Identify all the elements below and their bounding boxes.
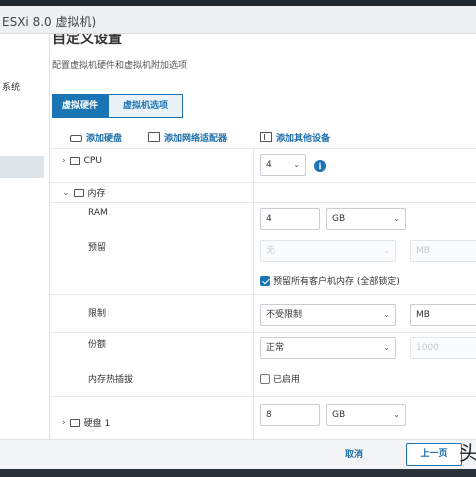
page-subtitle: 配置虚拟机硬件和虚拟机附加选项 xyxy=(52,61,188,71)
page-title: 自定义设置 xyxy=(52,34,122,46)
bottom-edge-strip xyxy=(0,469,476,477)
chevron-down-icon: ⌄ xyxy=(383,343,390,352)
limit-select[interactable]: 不受限制 ⌄ xyxy=(260,304,396,326)
add-disk-label: 添加硬盘 xyxy=(86,133,123,144)
ram-size-input[interactable]: 4 xyxy=(260,208,320,230)
chevron-down-icon: ⌄ xyxy=(393,410,400,419)
memory-icon xyxy=(73,188,84,197)
cpu-row-toggle[interactable]: › CPU xyxy=(62,156,102,166)
chevron-right-icon: › xyxy=(62,156,66,166)
add-other-device-label: 添加其他设备 xyxy=(276,133,331,144)
limit-unit-select[interactable]: MB xyxy=(410,304,476,326)
disk1-size-input[interactable]: 8 xyxy=(260,404,320,426)
info-icon[interactable]: i xyxy=(314,160,326,172)
reserve-all-memory-checkbox[interactable]: 预留所有客户机内存 (全部锁定) xyxy=(260,274,400,287)
add-other-device-button[interactable]: 添加其他设备 xyxy=(260,130,330,144)
disk1-row-toggle[interactable]: › 硬盘 1 xyxy=(62,416,111,430)
checkbox-checked-icon xyxy=(260,275,270,286)
limit-unit-value: MB xyxy=(416,310,430,320)
dialog-title: ESXi 8.0 虚拟机) xyxy=(2,15,97,29)
step-item-active[interactable] xyxy=(0,156,44,178)
partial-text-glyph: 头 xyxy=(459,441,476,465)
main-content: 自定义设置 配置虚拟机硬件和虚拟机附加选项 虚拟硬件 虚拟机选项 添加硬盘 添加… xyxy=(50,34,476,439)
checkbox-unchecked-icon xyxy=(260,373,270,384)
chevron-down-icon: ⌄ xyxy=(293,160,300,169)
chevron-down-icon: ⌄ xyxy=(393,214,400,223)
cpu-count-select[interactable]: 4 ⌄ xyxy=(260,154,306,176)
reservation-unit-value: MB xyxy=(416,246,430,256)
dialog-title-bar: ESXi 8.0 虚拟机) xyxy=(0,6,476,34)
add-disk-button[interactable]: 添加硬盘 xyxy=(70,130,122,144)
limit-label: 限制 xyxy=(88,309,107,319)
reservation-value: 无 xyxy=(266,246,276,256)
shares-label: 份额 xyxy=(88,340,107,350)
reservation-select[interactable]: 无 ⌄ xyxy=(260,240,396,262)
reservation-unit-select[interactable]: MB xyxy=(410,240,476,262)
memory-label: 内存 xyxy=(87,189,106,199)
cancel-button[interactable]: 取消 xyxy=(345,447,363,460)
hard-disk-icon xyxy=(69,418,80,427)
disk1-label: 硬盘 1 xyxy=(83,419,111,429)
memory-hotplug-checkbox[interactable]: 已启用 xyxy=(260,372,300,385)
shares-number-input[interactable]: 1000 xyxy=(410,337,476,359)
device-icon xyxy=(260,132,272,142)
add-network-adapter-label: 添加网络适配器 xyxy=(164,133,228,144)
disk1-unit-value: GB xyxy=(332,410,346,420)
chevron-down-icon: ⌄ xyxy=(383,310,390,319)
reservation-label: 预留 xyxy=(88,243,107,253)
memory-row xyxy=(50,182,476,202)
memory-hotplug-label: 内存热插拔 xyxy=(88,375,134,385)
ram-unit-select[interactable]: GB ⌄ xyxy=(326,208,406,230)
reserve-all-memory-label: 预留所有客户机内存 (全部锁定) xyxy=(273,277,400,287)
dialog-footer: 取消 上一页 头 xyxy=(0,439,476,469)
memory-row-toggle[interactable]: ⌄ 内存 xyxy=(62,186,106,200)
ram-label: RAM xyxy=(88,208,108,218)
tab-virtual-hardware[interactable]: 虚拟硬件 xyxy=(52,94,108,118)
cpu-label: CPU xyxy=(83,156,102,166)
cpu-icon xyxy=(69,157,80,165)
memory-hotplug-enabled-label: 已启用 xyxy=(273,375,301,385)
tab-vm-options[interactable]: 虚拟机选项 xyxy=(108,94,183,118)
cpu-count-value: 4 xyxy=(266,160,272,170)
hard-disk-icon xyxy=(70,134,82,142)
chevron-right-icon: › xyxy=(62,417,66,428)
previous-button[interactable]: 上一页 xyxy=(406,443,462,466)
shares-select[interactable]: 正常 ⌄ xyxy=(260,337,396,359)
chevron-down-icon: ⌄ xyxy=(62,187,70,198)
ram-unit-value: GB xyxy=(332,214,346,224)
network-adapter-icon xyxy=(148,132,160,142)
add-network-adapter-button[interactable]: 添加网络适配器 xyxy=(148,130,227,144)
chevron-down-icon: ⌄ xyxy=(383,246,390,255)
step-item-system[interactable]: 系统 xyxy=(2,80,20,93)
limit-value: 不受限制 xyxy=(266,310,303,320)
shares-value: 正常 xyxy=(266,343,285,353)
disk1-unit-select[interactable]: GB ⌄ xyxy=(326,404,406,426)
wizard-steps-panel: 系统 xyxy=(0,34,50,439)
